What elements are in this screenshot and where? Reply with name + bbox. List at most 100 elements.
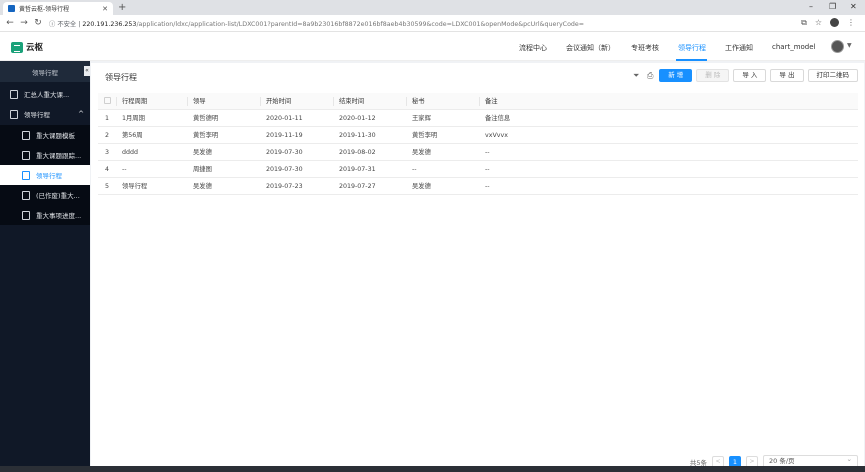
sidebar-item-label: 汇总人重大课...: [24, 91, 70, 99]
document-icon: [22, 170, 30, 180]
sidebar-header: 领导行程 «: [0, 61, 90, 82]
select-all-checkbox[interactable]: [103, 97, 111, 104]
nav-leader-schedule[interactable]: 领导行程: [678, 43, 706, 53]
cell-remark: --: [485, 182, 490, 190]
print-icon[interactable]: ⎙: [645, 70, 655, 82]
bookmark-star-icon[interactable]: ☆: [815, 18, 822, 28]
add-button[interactable]: 新 增: [659, 69, 693, 82]
main-area: 领导行程 ⏷ ⎙ 新 增 删 除 导 入 导 出 打印二维码 行程周期 领导 开…: [90, 61, 865, 472]
nav-meeting-notice[interactable]: 会议通知（新）: [566, 43, 615, 53]
address-bar: ← → ↻ ⓘ 不安全 | 220.191.236.253/applicatio…: [0, 15, 865, 32]
sidebar-item-label: 重大课题模板: [36, 132, 75, 140]
url-field[interactable]: ⓘ 不安全 | 220.191.236.253/application/ldxc…: [49, 19, 749, 28]
cell-secretary: 黄哲李明: [412, 131, 438, 139]
top-nav: 流程中心 会议通知（新） 专班考核 领导行程 工作通知 chart_model: [0, 32, 865, 61]
cell-period: --: [122, 165, 127, 173]
sidebar-item-progress[interactable]: 重大事项进度...: [0, 205, 90, 225]
tab-close-icon[interactable]: ✕: [102, 5, 108, 13]
row-index: 3: [104, 148, 109, 156]
column-header[interactable]: 备注: [479, 93, 858, 110]
row-index: 2: [104, 131, 109, 139]
row-index: 4: [104, 165, 109, 173]
document-icon: [22, 150, 30, 160]
sidebar-item-summary[interactable]: 汇总人重大课...: [0, 84, 90, 104]
translate-icon[interactable]: ⧉: [801, 18, 807, 28]
sidebar-item-topic-tracking[interactable]: 重大课题跟踪...: [0, 145, 90, 165]
back-icon[interactable]: ←: [3, 18, 17, 28]
new-tab-button[interactable]: +: [118, 2, 126, 13]
table-row[interactable]: 4 -- 周捷图 2019-07-30 2019-07-31 -- --: [98, 161, 858, 178]
column-header[interactable]: 行程周期: [116, 93, 187, 110]
column-header[interactable]: 秘书: [406, 93, 479, 110]
sidebar-group-leader-schedule[interactable]: 领导行程 ^: [0, 104, 90, 124]
table-row[interactable]: 5 领导行程 吴发德 2019-07-23 2019-07-27 吴发德 --: [98, 178, 858, 195]
cell-period: dddd: [122, 148, 138, 156]
sidebar-title: 领导行程: [32, 68, 58, 77]
table-row[interactable]: 3 dddd 吴发德 2019-07-30 2019-08-02 吴发德 --: [98, 144, 858, 161]
sidebar-item-label: 重大课题跟踪...: [36, 152, 82, 160]
print-qrcode-button[interactable]: 打印二维码: [807, 69, 858, 82]
import-button[interactable]: 导 入: [733, 69, 767, 82]
nav-process-center[interactable]: 流程中心: [519, 43, 547, 53]
row-index: 1: [104, 114, 109, 122]
maximize-icon[interactable]: ❐: [829, 2, 836, 11]
sidebar-item-leader-schedule[interactable]: 领导行程: [0, 165, 90, 185]
cell-start: 2019-07-30: [266, 165, 303, 173]
list-panel: 领导行程 ⏷ ⎙ 新 增 删 除 导 入 导 出 打印二维码 行程周期 领导 开…: [91, 63, 864, 468]
cell-secretary: 吴发德: [412, 182, 431, 190]
cell-start: 2019-07-30: [266, 148, 303, 156]
cell-remark: --: [485, 148, 490, 156]
chevron-up-icon: ^: [78, 110, 84, 118]
reload-icon[interactable]: ↻: [31, 18, 45, 28]
cell-end: 2019-07-27: [339, 182, 376, 190]
cell-end: 2019-08-02: [339, 148, 376, 156]
cell-end: 2020-01-12: [339, 114, 376, 122]
nav-chart-model[interactable]: chart_model: [772, 43, 816, 51]
folder-icon: [10, 109, 18, 119]
favicon-icon: [8, 5, 15, 12]
page-title: 领导行程: [105, 73, 137, 82]
cell-secretary: 王家辉: [412, 114, 431, 122]
insecure-label: 不安全: [57, 20, 77, 28]
table-row[interactable]: 1 1月周期 黄哲德明 2020-01-11 2020-01-12 王家辉 备注…: [98, 110, 858, 127]
document-icon: [22, 130, 30, 140]
export-button[interactable]: 导 出: [770, 69, 804, 82]
cell-period: 领导行程: [122, 182, 148, 190]
column-header[interactable]: 结束时间: [333, 93, 406, 110]
sidebar-item-label: 重大事项进度...: [36, 212, 82, 220]
minimize-icon[interactable]: –: [809, 2, 813, 11]
avatar[interactable]: [831, 40, 844, 53]
row-index: 5: [104, 182, 109, 190]
url-host: 220.191.236.253: [82, 20, 137, 28]
app-header: 云枢 流程中心 会议通知（新） 专班考核 领导行程 工作通知 chart_mod…: [0, 32, 865, 61]
profile-icon[interactable]: [830, 18, 839, 27]
menu-icon[interactable]: ⋮: [847, 18, 855, 28]
nav-work-notice[interactable]: 工作通知: [725, 43, 753, 53]
os-taskbar: [0, 466, 865, 472]
nav-assessment[interactable]: 专班考核: [631, 43, 659, 53]
column-header[interactable]: 领导: [187, 93, 260, 110]
sidebar-item-topic-template[interactable]: 重大课题模板: [0, 125, 90, 145]
sidebar-item-label: (已作废)重大...: [36, 192, 80, 200]
delete-button[interactable]: 删 除: [696, 69, 730, 82]
window-close-icon[interactable]: ✕: [850, 2, 857, 11]
browser-tab[interactable]: 黄哲云枢-领导行程 ✕: [3, 2, 113, 15]
cell-end: 2019-11-30: [339, 131, 376, 139]
cell-secretary: 吴发德: [412, 148, 431, 156]
filter-icon[interactable]: ⏷: [631, 70, 641, 82]
forward-icon[interactable]: →: [17, 18, 31, 28]
toolbar: ⏷ ⎙ 新 增 删 除 导 入 导 出 打印二维码: [631, 69, 858, 82]
browser-tabstrip: 黄哲云枢-领导行程 ✕ + – ❐ ✕: [0, 0, 865, 15]
chevron-down-icon[interactable]: ▼: [847, 42, 852, 49]
select-all-cell[interactable]: [98, 93, 116, 110]
sidebar-item-deprecated[interactable]: (已作废)重大...: [0, 185, 90, 205]
cell-remark: vxVvvx: [485, 131, 508, 139]
table-row[interactable]: 2 第56周 黄哲李明 2019-11-19 2019-11-30 黄哲李明 v…: [98, 127, 858, 144]
tab-title: 黄哲云枢-领导行程: [19, 6, 70, 13]
pagination-total: 共5条: [689, 458, 707, 467]
cell-period: 第56周: [122, 131, 143, 139]
column-header[interactable]: 开始时间: [260, 93, 333, 110]
data-table: 行程周期 领导 开始时间 结束时间 秘书 备注 1 1月周期 黄哲德明 2020…: [98, 93, 858, 195]
cell-leader: 周捷图: [193, 165, 212, 173]
cell-period: 1月周期: [122, 114, 145, 122]
